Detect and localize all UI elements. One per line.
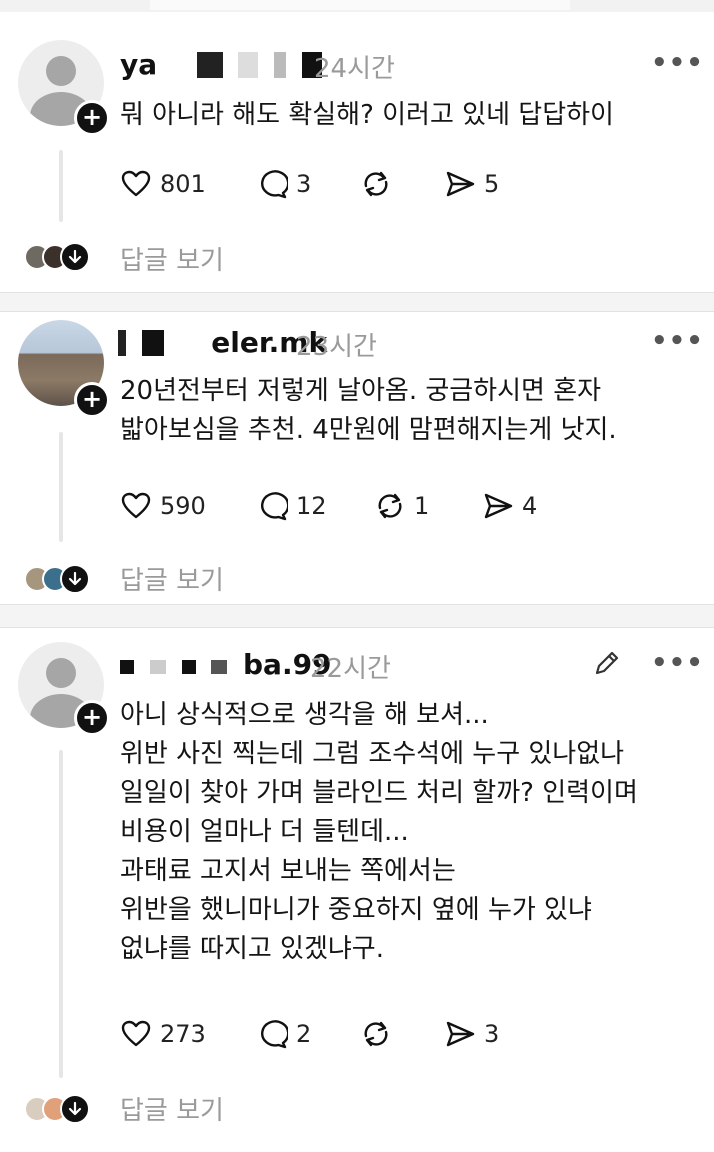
redacted-mark bbox=[196, 52, 223, 78]
view-replies-link[interactable]: 답글 보기 bbox=[120, 1090, 224, 1127]
timestamp: 23시간 bbox=[296, 332, 377, 362]
send-icon bbox=[484, 493, 513, 519]
thread-post: + eler.mk 23시간 ••• 20년전부터 저렇게 날아옴. 궁금하시면… bbox=[0, 312, 714, 604]
arrow-down-icon bbox=[60, 1094, 90, 1124]
thread-line bbox=[59, 750, 63, 1078]
timestamp: 22시간 bbox=[310, 654, 391, 684]
reply-avatars[interactable] bbox=[24, 1094, 90, 1124]
follow-button[interactable]: + bbox=[74, 700, 110, 736]
share-count: 3 bbox=[484, 1020, 500, 1048]
send-icon bbox=[446, 171, 475, 197]
share-button[interactable]: 3 bbox=[444, 1018, 499, 1050]
heart-icon bbox=[121, 170, 151, 197]
view-replies-link[interactable]: 답글 보기 bbox=[120, 560, 224, 597]
username[interactable]: ya bbox=[120, 48, 328, 81]
post-divider bbox=[0, 604, 714, 628]
comment-bubble-icon bbox=[261, 1020, 288, 1049]
comment-count: 12 bbox=[296, 492, 327, 520]
post-text: 뭐 아니라 해도 확실해? 이러고 있네 답답하이 bbox=[120, 100, 614, 130]
plus-icon: + bbox=[81, 385, 103, 413]
arrow-down-icon bbox=[60, 564, 90, 594]
heart-icon bbox=[121, 1020, 151, 1047]
comment-button[interactable]: 3 bbox=[256, 168, 311, 200]
thread-post: + ba.99 22시간 ••• 아니 상식적으로 생각을 해 보셔... 위반… bbox=[0, 628, 714, 1152]
thread-post: + ya 24시간 ••• 뭐 아니라 해도 확실해? 이러고 있네 답답하이 … bbox=[0, 0, 714, 292]
post-divider bbox=[0, 292, 714, 312]
redacted-mark bbox=[149, 660, 166, 674]
share-button[interactable]: 4 bbox=[482, 490, 537, 522]
thread-line bbox=[59, 150, 63, 222]
heart-icon bbox=[121, 492, 151, 519]
comment-bubble-icon bbox=[261, 170, 288, 199]
view-replies-link[interactable]: 답글 보기 bbox=[120, 240, 224, 277]
redacted-mark bbox=[141, 330, 164, 356]
like-button[interactable]: 801 bbox=[120, 168, 206, 200]
timestamp: 24시간 bbox=[314, 54, 395, 84]
repost-icon bbox=[364, 1021, 388, 1047]
share-button[interactable]: 5 bbox=[444, 168, 499, 200]
repost-button[interactable]: 1 bbox=[374, 490, 429, 522]
redacted-mark bbox=[211, 660, 228, 674]
redacted-mark bbox=[166, 52, 181, 78]
repost-button[interactable] bbox=[360, 168, 400, 200]
redacted-mark bbox=[120, 660, 134, 674]
redacted-mark bbox=[238, 52, 259, 78]
comment-bubble-icon bbox=[261, 492, 288, 521]
reply-avatars[interactable] bbox=[24, 242, 90, 272]
like-count: 801 bbox=[160, 170, 206, 198]
follow-button[interactable]: + bbox=[74, 100, 110, 136]
redacted-mark bbox=[274, 52, 287, 78]
more-dots-icon[interactable]: ••• bbox=[651, 648, 704, 678]
share-count: 4 bbox=[522, 492, 538, 520]
like-button[interactable]: 273 bbox=[120, 1018, 206, 1050]
redacted-mark bbox=[118, 330, 126, 356]
more-dots-icon[interactable]: ••• bbox=[651, 326, 704, 356]
more-dots-icon[interactable]: ••• bbox=[651, 48, 704, 78]
repost-count: 1 bbox=[414, 492, 430, 520]
plus-icon: + bbox=[81, 703, 103, 731]
comment-button[interactable]: 2 bbox=[256, 1018, 311, 1050]
repost-button[interactable] bbox=[360, 1018, 400, 1050]
comment-count: 3 bbox=[296, 170, 312, 198]
post-text: 20년전부터 저렇게 날아옴. 궁금하시면 혼자 밟아보심을 추천. 4만원에 … bbox=[120, 376, 617, 445]
follow-button[interactable]: + bbox=[74, 382, 110, 418]
thread-line bbox=[59, 432, 63, 542]
comment-count: 2 bbox=[296, 1020, 312, 1048]
redacted-mark bbox=[179, 330, 196, 356]
reply-avatars[interactable] bbox=[24, 564, 90, 594]
repost-icon bbox=[378, 493, 402, 519]
send-icon bbox=[446, 1021, 475, 1047]
username[interactable]: ba.99 bbox=[120, 648, 332, 681]
redacted-mark bbox=[181, 660, 196, 674]
repost-icon bbox=[364, 171, 388, 197]
plus-icon: + bbox=[81, 103, 103, 131]
share-count: 5 bbox=[484, 170, 500, 198]
like-button[interactable]: 590 bbox=[120, 490, 206, 522]
like-count: 590 bbox=[160, 492, 206, 520]
comment-button[interactable]: 12 bbox=[256, 490, 327, 522]
like-count: 273 bbox=[160, 1020, 206, 1048]
pencil-icon[interactable] bbox=[592, 648, 622, 678]
post-text: 아니 상식적으로 생각을 해 보셔... 위반 사진 찍는데 그럼 조수석에 누… bbox=[120, 700, 638, 964]
arrow-down-icon bbox=[60, 242, 90, 272]
